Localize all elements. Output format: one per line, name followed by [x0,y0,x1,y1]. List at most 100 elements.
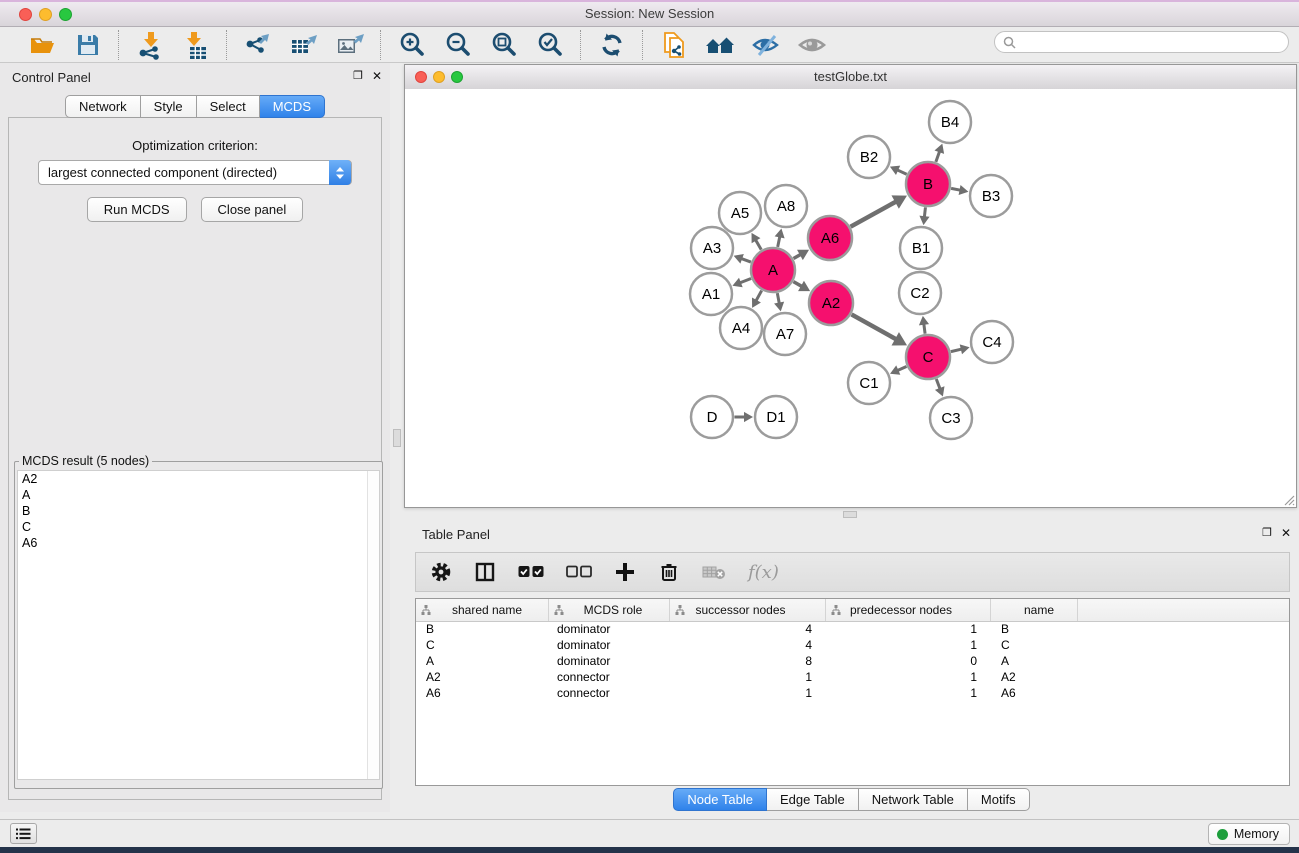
tab-node-table[interactable]: Node Table [673,788,767,811]
zoom-in-icon[interactable] [396,29,428,61]
column-header-name[interactable]: name [991,599,1078,621]
column-header-mcds-role[interactable]: MCDS role [549,599,670,621]
table-cell[interactable]: dominator [549,622,670,638]
table-cell[interactable]: 1 [826,622,991,638]
column-header-predecessor-nodes[interactable]: predecessor nodes [826,599,991,621]
graph-edge-A6-B[interactable] [851,201,897,226]
table-close-panel-icon[interactable]: ✕ [1281,526,1291,540]
first-neighbors-icon[interactable] [704,29,736,61]
graph-edge-A-A7[interactable] [777,293,779,304]
table-row[interactable]: Adominator80A [416,654,1289,670]
close-panel-icon[interactable]: ✕ [372,69,382,83]
graph-edge-A2-C[interactable] [852,314,897,339]
hide-selected-eye-icon[interactable] [750,29,782,61]
mcds-result-item[interactable]: A [18,487,379,503]
graph-edge-A-A2[interactable] [793,282,802,287]
column-header-shared-name[interactable]: shared name [416,599,549,621]
table-row[interactable]: A2connector11A2 [416,670,1289,686]
tab-select[interactable]: Select [197,95,260,118]
search-box[interactable] [994,31,1289,53]
tab-style[interactable]: Style [141,95,197,118]
close-panel-button[interactable]: Close panel [201,197,304,222]
show-column-icon[interactable] [474,560,496,584]
duplicate-network-icon[interactable] [658,29,690,61]
table-cell[interactable]: A6 [991,686,1078,702]
graph-edge-C-C4[interactable] [951,349,962,352]
table-cell[interactable]: dominator [549,638,670,654]
graph-edge-C-C1[interactable] [897,366,907,370]
table-cell[interactable]: 1 [670,686,826,702]
table-cell[interactable]: 8 [670,654,826,670]
graph-edge-B-B2[interactable] [897,170,907,175]
mcds-result-item[interactable]: A6 [18,535,379,551]
tab-network-table[interactable]: Network Table [859,788,968,811]
table-cell[interactable]: connector [549,686,670,702]
table-cell[interactable]: 1 [826,686,991,702]
export-image-icon[interactable] [334,29,366,61]
mcds-list-scrollbar[interactable] [367,471,379,779]
search-input[interactable] [1021,34,1288,50]
refresh-icon[interactable] [596,29,628,61]
graph-edge-C-C2[interactable] [924,323,925,333]
table-cell[interactable]: 0 [826,654,991,670]
settings-gear-icon[interactable] [430,560,452,584]
run-mcds-button[interactable]: Run MCDS [87,197,187,222]
table-cell[interactable]: 1 [670,670,826,686]
save-session-icon[interactable] [72,29,104,61]
graph-edge-B-B1[interactable] [924,207,925,217]
window-resize-handle[interactable] [1281,492,1295,506]
export-table-icon[interactable] [288,29,320,61]
graph-edge-A-A4[interactable] [756,291,762,302]
zoom-selected-icon[interactable] [534,29,566,61]
table-cell[interactable]: A [991,654,1078,670]
mcds-result-list[interactable]: A2ABCA6 [17,470,380,780]
table-cell[interactable]: 1 [826,638,991,654]
table-cell[interactable]: A2 [416,670,549,686]
table-cell[interactable]: 4 [670,638,826,654]
import-table-icon[interactable] [180,29,212,61]
graph-edge-A-A3[interactable] [741,258,751,262]
export-network-icon[interactable] [242,29,274,61]
graph-edge-B-B3[interactable] [951,188,961,190]
graph-edge-C-C3[interactable] [936,379,940,389]
add-column-icon[interactable] [614,560,636,584]
show-all-eye-icon[interactable] [796,29,828,61]
mcds-result-item[interactable]: C [18,519,379,535]
deselect-all-checkboxes-icon[interactable] [566,560,592,584]
open-session-icon[interactable] [26,29,58,61]
memory-button[interactable]: Memory [1208,823,1290,845]
table-cell[interactable]: C [416,638,549,654]
function-builder-icon[interactable]: f(x) [748,562,779,583]
tab-motifs[interactable]: Motifs [968,788,1030,811]
column-header-successor-nodes[interactable]: successor nodes [670,599,826,621]
table-cell[interactable]: dominator [549,654,670,670]
table-cell[interactable]: A6 [416,686,549,702]
table-cell[interactable]: 4 [670,622,826,638]
table-cell[interactable]: A2 [991,670,1078,686]
delete-table-icon[interactable] [702,560,726,584]
float-panel-icon[interactable]: ❐ [353,69,363,83]
task-history-button[interactable] [10,823,37,844]
table-row[interactable]: A6connector11A6 [416,686,1289,702]
horizontal-divider-grip[interactable] [843,511,857,518]
optimization-criterion-select[interactable]: largest connected component (directed) [38,160,352,185]
network-window-titlebar[interactable]: testGlobe.txt [405,65,1296,90]
zoom-out-icon[interactable] [442,29,474,61]
table-cell[interactable]: A [416,654,549,670]
graph-edge-A-A5[interactable] [755,239,761,249]
table-cell[interactable]: 1 [826,670,991,686]
table-cell[interactable]: B [991,622,1078,638]
table-row[interactable]: Bdominator41B [416,622,1289,638]
table-row[interactable]: Cdominator41C [416,638,1289,654]
graph-edge-A-A1[interactable] [739,278,751,283]
zoom-fit-icon[interactable] [488,29,520,61]
panel-divider-grip[interactable] [393,429,401,447]
tab-mcds[interactable]: MCDS [260,95,325,118]
table-cell[interactable]: connector [549,670,670,686]
network-canvas[interactable]: A5A8A3A1A4A7AA6A2BB2B4B3B1C2CC4C1C3DD1 [405,89,1296,507]
graph-edge-A-A8[interactable] [778,236,780,247]
table-cell[interactable]: C [991,638,1078,654]
import-network-icon[interactable] [134,29,166,61]
tab-edge-table[interactable]: Edge Table [767,788,859,811]
select-all-checkboxes-icon[interactable] [518,560,544,584]
